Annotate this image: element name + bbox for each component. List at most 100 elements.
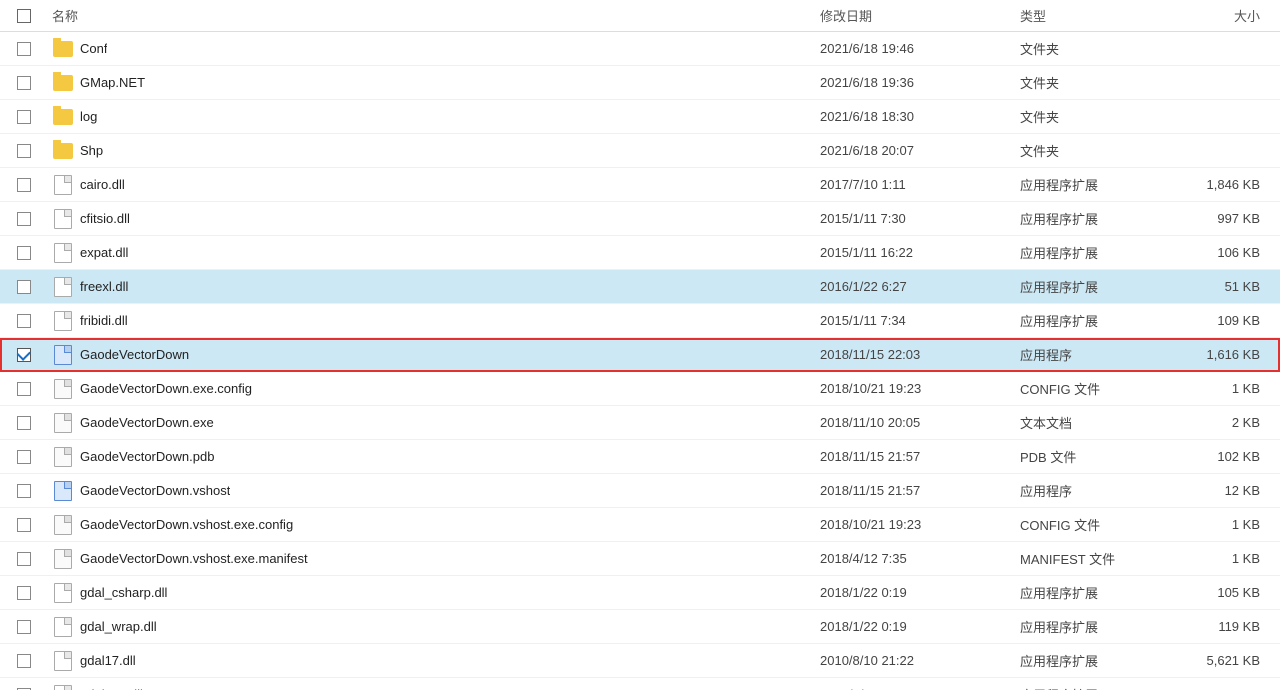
dll-icon	[52, 242, 74, 264]
date-cell: 2018/10/21 19:23	[820, 381, 1020, 396]
table-row[interactable]: Conf2021/6/18 19:46文件夹	[0, 32, 1280, 66]
row-checkbox-cell[interactable]	[0, 280, 48, 294]
type-cell: CONFIG 文件	[1020, 515, 1180, 534]
date-cell: 2018/11/15 21:57	[820, 483, 1020, 498]
table-row[interactable]: expat.dll2015/1/11 16:22应用程序扩展106 KB	[0, 236, 1280, 270]
name-cell: GaodeVectorDown	[48, 344, 820, 366]
row-checkbox-cell[interactable]	[0, 314, 48, 328]
type-cell: 文件夹	[1020, 107, 1180, 126]
table-row[interactable]: GaodeVectorDown2018/11/15 22:03应用程序1,616…	[0, 338, 1280, 372]
table-row[interactable]: GaodeVectorDown.exe2018/11/10 20:05文本文档2…	[0, 406, 1280, 440]
row-checkbox-cell[interactable]	[0, 620, 48, 634]
row-checkbox[interactable]	[17, 586, 31, 600]
date-cell: 2018/11/15 22:03	[820, 347, 1020, 362]
row-checkbox-cell[interactable]	[0, 416, 48, 430]
header-name[interactable]: 名称	[48, 6, 820, 25]
row-checkbox[interactable]	[17, 484, 31, 498]
row-checkbox-cell[interactable]	[0, 144, 48, 158]
row-checkbox-cell[interactable]	[0, 76, 48, 90]
row-checkbox[interactable]	[17, 42, 31, 56]
row-checkbox-cell[interactable]	[0, 212, 48, 226]
table-row[interactable]: gdal17.dll2010/8/10 21:22应用程序扩展5,621 KB	[0, 644, 1280, 678]
name-cell: gdal_csharp.dll	[48, 582, 820, 604]
row-checkbox[interactable]	[17, 314, 31, 328]
file-name: cfitsio.dll	[80, 211, 130, 226]
table-row[interactable]: GaodeVectorDown.vshost.exe.manifest2018/…	[0, 542, 1280, 576]
row-checkbox-cell[interactable]	[0, 484, 48, 498]
row-checkbox[interactable]	[17, 416, 31, 430]
date-cell: 2010/8/10 21:22	[820, 653, 1020, 668]
folder-icon	[52, 72, 74, 94]
row-checkbox-cell[interactable]	[0, 450, 48, 464]
type-cell: 应用程序扩展	[1020, 685, 1180, 690]
row-checkbox-cell[interactable]	[0, 552, 48, 566]
type-cell: 应用程序扩展	[1020, 617, 1180, 636]
select-all-checkbox[interactable]	[17, 9, 31, 23]
row-checkbox[interactable]	[17, 552, 31, 566]
file-name: gdal_wrap.dll	[80, 619, 157, 634]
table-row[interactable]: log2021/6/18 18:30文件夹	[0, 100, 1280, 134]
row-checkbox[interactable]	[17, 620, 31, 634]
dll-icon	[52, 310, 74, 332]
date-cell: 2021/6/18 19:36	[820, 75, 1020, 90]
file-icon	[52, 412, 74, 434]
row-checkbox[interactable]	[17, 348, 31, 362]
table-row[interactable]: gdal_wrap.dll2018/1/22 0:19应用程序扩展119 KB	[0, 610, 1280, 644]
dll-icon	[52, 684, 74, 690]
row-checkbox[interactable]	[17, 382, 31, 396]
table-row[interactable]: gdal202.dll2018/1/22 0:15应用程序扩展14,644 KB	[0, 678, 1280, 690]
file-name: gdal_csharp.dll	[80, 585, 167, 600]
header-type[interactable]: 类型	[1020, 6, 1180, 25]
file-name: expat.dll	[80, 245, 128, 260]
row-checkbox-cell[interactable]	[0, 382, 48, 396]
table-row[interactable]: GaodeVectorDown.vshost.exe.config2018/10…	[0, 508, 1280, 542]
row-checkbox-cell[interactable]	[0, 586, 48, 600]
size-cell: 105 KB	[1180, 585, 1280, 600]
table-row[interactable]: GaodeVectorDown.exe.config2018/10/21 19:…	[0, 372, 1280, 406]
row-checkbox[interactable]	[17, 110, 31, 124]
row-checkbox[interactable]	[17, 280, 31, 294]
size-cell: 102 KB	[1180, 449, 1280, 464]
file-name: GaodeVectorDown.vshost	[80, 483, 230, 498]
row-checkbox[interactable]	[17, 76, 31, 90]
type-cell: 应用程序扩展	[1020, 175, 1180, 194]
header-date[interactable]: 修改日期	[820, 6, 1020, 25]
table-row[interactable]: cairo.dll2017/7/10 1:11应用程序扩展1,846 KB	[0, 168, 1280, 202]
file-icon	[52, 514, 74, 536]
table-row[interactable]: GaodeVectorDown.vshost2018/11/15 21:57应用…	[0, 474, 1280, 508]
table-row[interactable]: GMap.NET 2021/6/18 19:36文件夹	[0, 66, 1280, 100]
type-cell: 文件夹	[1020, 141, 1180, 160]
table-row[interactable]: fribidi.dll2015/1/11 7:34应用程序扩展109 KB	[0, 304, 1280, 338]
type-cell: 应用程序扩展	[1020, 243, 1180, 262]
type-cell: 文件夹	[1020, 73, 1180, 92]
row-checkbox[interactable]	[17, 450, 31, 464]
row-checkbox[interactable]	[17, 246, 31, 260]
header-checkbox-cell[interactable]	[0, 9, 48, 23]
row-checkbox-cell[interactable]	[0, 518, 48, 532]
table-row[interactable]: freexl.dll2016/1/22 6:27应用程序扩展51 KB	[0, 270, 1280, 304]
row-checkbox-cell[interactable]	[0, 246, 48, 260]
row-checkbox[interactable]	[17, 654, 31, 668]
type-cell: MANIFEST 文件	[1020, 549, 1180, 568]
table-row[interactable]: GaodeVectorDown.pdb2018/11/15 21:57PDB 文…	[0, 440, 1280, 474]
row-checkbox-cell[interactable]	[0, 654, 48, 668]
row-checkbox[interactable]	[17, 178, 31, 192]
file-name: fribidi.dll	[80, 313, 128, 328]
row-checkbox[interactable]	[17, 518, 31, 532]
header-size[interactable]: 大小	[1180, 6, 1280, 25]
file-name: GMap.NET	[80, 75, 145, 90]
row-checkbox[interactable]	[17, 212, 31, 226]
row-checkbox[interactable]	[17, 144, 31, 158]
folder-icon	[52, 38, 74, 60]
size-cell: 1 KB	[1180, 551, 1280, 566]
name-cell: gdal17.dll	[48, 650, 820, 672]
table-row[interactable]: cfitsio.dll2015/1/11 7:30应用程序扩展997 KB	[0, 202, 1280, 236]
row-checkbox-cell[interactable]	[0, 110, 48, 124]
row-checkbox-cell[interactable]	[0, 178, 48, 192]
size-cell: 1,616 KB	[1180, 347, 1280, 362]
table-row[interactable]: Shp2021/6/18 20:07文件夹	[0, 134, 1280, 168]
row-checkbox-cell[interactable]	[0, 348, 48, 362]
table-row[interactable]: gdal_csharp.dll2018/1/22 0:19应用程序扩展105 K…	[0, 576, 1280, 610]
row-checkbox-cell[interactable]	[0, 42, 48, 56]
date-cell: 2016/1/22 6:27	[820, 279, 1020, 294]
